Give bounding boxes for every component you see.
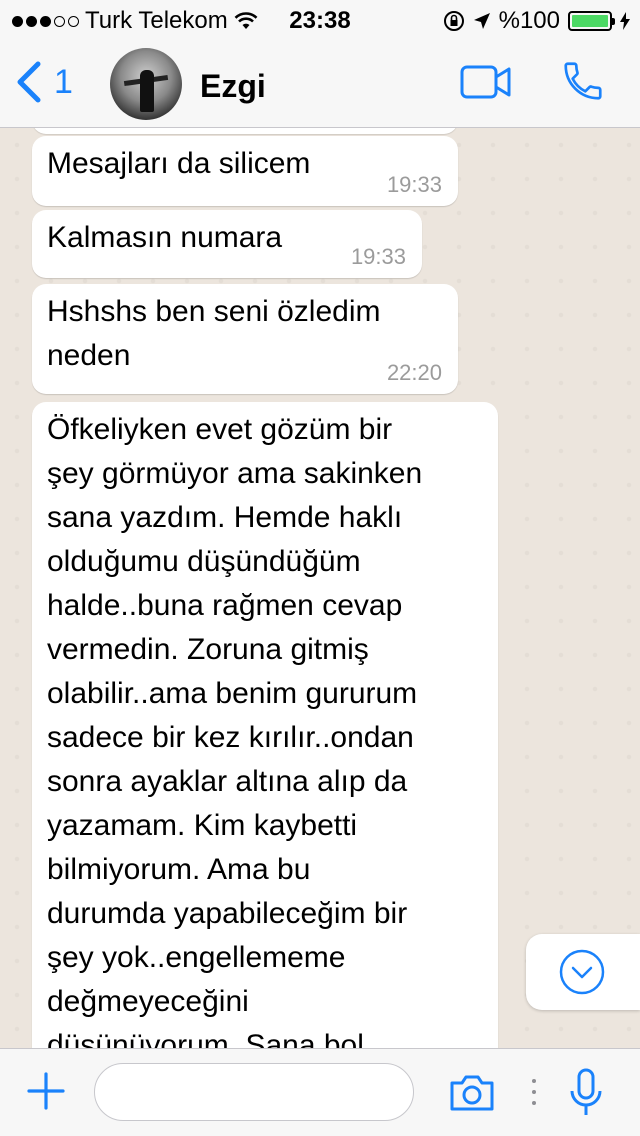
composer-bar bbox=[0, 1048, 640, 1136]
battery-icon bbox=[568, 11, 615, 31]
message-input[interactable] bbox=[94, 1063, 414, 1121]
video-camera-icon bbox=[460, 65, 511, 99]
message-time: 19:33 bbox=[386, 172, 442, 197]
status-right: %100 bbox=[443, 7, 630, 35]
message-time: 19:33 bbox=[350, 244, 406, 269]
camera-button[interactable] bbox=[448, 1073, 496, 1118]
unread-count: 1 bbox=[54, 62, 73, 101]
voice-record-button[interactable] bbox=[568, 1067, 604, 1124]
microphone-icon bbox=[570, 1068, 602, 1115]
video-call-button[interactable] bbox=[460, 64, 512, 105]
message-list[interactable]: Mesajları da silicem 19:33 Kalmasın numa… bbox=[0, 128, 640, 1048]
voice-call-button[interactable] bbox=[560, 58, 606, 109]
message-text: Mesajları da silicem bbox=[47, 147, 311, 180]
message-time: 22:20 bbox=[386, 360, 442, 385]
message-bubble[interactable]: Öfkeliyken evet gözüm bir şey görmüyor a… bbox=[32, 402, 498, 1048]
message-bubble[interactable]: Kalmasın numara 19:33 bbox=[32, 210, 422, 278]
location-arrow-icon bbox=[473, 13, 490, 29]
divider-dots bbox=[531, 1079, 537, 1112]
phone-icon bbox=[564, 62, 602, 100]
battery-percent: %100 bbox=[498, 7, 560, 34]
message-bubble[interactable]: Mesajları da silicem 19:33 bbox=[32, 136, 458, 206]
status-bar: Turk Telekom 23:38 %100 bbox=[0, 0, 640, 40]
chat-header: 1 Ezgi bbox=[0, 40, 640, 128]
message-bubble[interactable]: Hshshs ben seni özledim neden 22:20 bbox=[32, 284, 458, 394]
scroll-to-bottom-button[interactable] bbox=[526, 934, 640, 1010]
back-button[interactable]: 1 bbox=[14, 60, 73, 104]
contact-avatar[interactable] bbox=[110, 48, 182, 120]
chevron-left-icon bbox=[17, 61, 41, 103]
orientation-lock-icon bbox=[443, 11, 464, 31]
message-text: Öfkeliyken evet gözüm bir şey görmüyor a… bbox=[47, 413, 423, 1048]
message-text: Hshshs ben seni özledim neden bbox=[47, 295, 381, 372]
camera-icon bbox=[450, 1075, 494, 1111]
attach-button[interactable] bbox=[26, 1071, 66, 1116]
chevron-down-circle-icon bbox=[559, 949, 605, 995]
charging-bolt-icon bbox=[620, 12, 630, 30]
plus-icon bbox=[27, 1072, 65, 1110]
contact-name[interactable]: Ezgi bbox=[200, 68, 266, 105]
message-bubble-partial bbox=[32, 128, 458, 134]
